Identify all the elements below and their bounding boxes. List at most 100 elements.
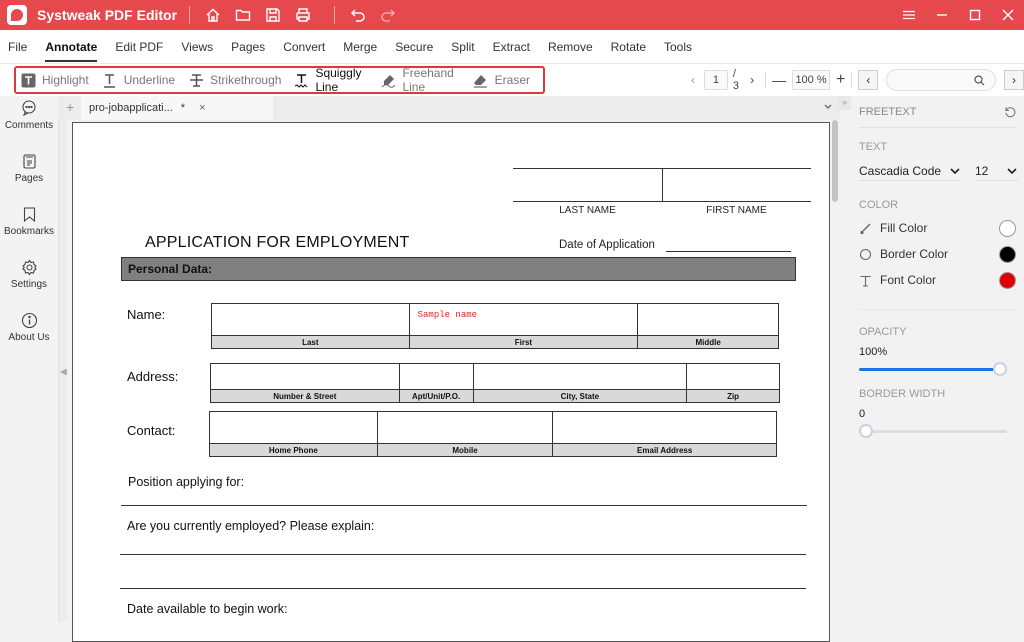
chevron-down-icon[interactable] [822,100,834,112]
contact-label: Contact: [127,423,176,438]
prev-page-button[interactable]: ‹ [686,73,700,87]
zoom-level-input[interactable]: 100 % [792,70,830,90]
font-family-select[interactable]: Cascadia Code [859,161,961,181]
freehand-line-button[interactable]: Freehand Line [381,66,459,94]
eraser-button[interactable]: Eraser [473,72,530,88]
email-field[interactable] [552,411,777,444]
search-input[interactable] [886,69,997,91]
position-line[interactable] [121,505,807,506]
search-prev-button[interactable]: ‹ [858,70,879,90]
sidebar-resize-handle[interactable]: ◀▶ [58,96,72,622]
font-color-swatch[interactable] [999,271,1016,289]
hamburger-menu-icon[interactable] [892,0,925,30]
new-tab-button[interactable]: + [66,99,74,115]
reset-icon[interactable] [1004,106,1016,118]
redo-icon[interactable] [377,4,399,26]
explain-line-2[interactable] [120,588,806,589]
pages-icon [22,154,36,169]
panel-title: FREETEXT [859,105,917,118]
border-color-label: Border Color [880,247,949,261]
text-section-label: TEXT [859,141,888,153]
sidebar-item-settings[interactable]: Settings [0,255,58,308]
title-bar: Systweak PDF Editor [0,0,1024,30]
border-width-slider[interactable] [859,424,1007,438]
undo-icon[interactable] [347,4,369,26]
save-icon[interactable] [262,4,284,26]
sidebar-item-pages[interactable]: Pages [0,149,58,202]
sidebar-item-comments[interactable]: Comments [0,96,58,149]
sidebar-item-bookmarks[interactable]: Bookmarks [0,202,58,255]
slider-thumb[interactable] [859,424,873,438]
menu-secure[interactable]: Secure [395,30,433,64]
column-caption: City, State [472,389,688,403]
home-phone-field[interactable] [209,411,378,444]
menu-views[interactable]: Views [181,30,213,64]
zoom-out-button[interactable]: — [772,72,786,88]
font-size-select[interactable]: 12 [975,161,1018,181]
opacity-section-label: OPACITY [859,326,907,338]
middle-name-field[interactable] [637,303,779,336]
menu-annotate[interactable]: Annotate [45,30,98,64]
search-next-button[interactable]: › [1004,70,1024,90]
freetext-annotation[interactable]: Sample name [410,304,638,320]
menu-file[interactable]: File [8,30,27,64]
date-of-application-line[interactable] [666,251,791,252]
bookmark-icon [23,207,35,223]
menu-merge[interactable]: Merge [343,30,377,64]
page-number-input[interactable]: 1 [703,70,728,90]
city-state-field[interactable] [472,363,688,390]
rule-line [662,168,663,201]
fill-color-row[interactable]: Fill Color [859,215,1016,241]
highlight-button[interactable]: Highlight [20,72,89,88]
next-page-button[interactable]: › [745,73,759,87]
font-color-label: Font Color [880,273,937,287]
menu-rotate[interactable]: Rotate [611,30,646,64]
font-color-row[interactable]: Font Color [859,267,1016,293]
menu-split[interactable]: Split [451,30,474,64]
sidebar-item-about-us[interactable]: About Us [0,308,58,361]
street-field[interactable] [210,363,400,390]
slider-fill [859,368,1007,371]
border-width-value: 0 [859,408,866,420]
squiggly-line-button[interactable]: Squiggly Line [294,66,368,94]
column-caption: Email Address [552,443,777,457]
zoom-in-button[interactable]: + [836,71,845,89]
fill-color-swatch[interactable] [999,219,1016,237]
menu-extract[interactable]: Extract [493,30,530,64]
column-caption: First [408,335,639,349]
vertical-scrollbar[interactable] [832,120,838,202]
border-color-row[interactable]: Border Color [859,241,1016,267]
first-name-field[interactable]: Sample name [408,303,639,336]
menu-pages[interactable]: Pages [231,30,265,64]
close-window-icon[interactable] [991,0,1024,30]
document-tab[interactable]: pro-jobapplicati... * × [81,96,273,120]
menu-tools[interactable]: Tools [664,30,692,64]
explain-line-1[interactable] [120,554,806,555]
pen-icon [381,72,396,88]
maximize-icon[interactable] [958,0,991,30]
home-icon[interactable] [202,4,224,26]
zip-field[interactable] [686,363,780,390]
date-of-application-label: Date of Application [559,239,655,251]
menu-edit-pdf[interactable]: Edit PDF [115,30,163,64]
divider [189,6,191,24]
collapse-panel-button[interactable]: » [838,96,851,110]
font-size-value: 12 [975,163,989,178]
underline-button[interactable]: Underline [102,72,175,88]
last-name-field[interactable] [211,303,410,336]
slider-thumb[interactable] [993,362,1007,376]
border-color-swatch[interactable] [999,245,1016,263]
opacity-slider[interactable] [859,362,1007,376]
open-folder-icon[interactable] [232,4,254,26]
strikethrough-icon [188,72,204,88]
color-section-label: COLOR [859,199,899,211]
menu-remove[interactable]: Remove [548,30,593,64]
print-icon[interactable] [292,4,314,26]
underline-icon [102,72,118,88]
menu-convert[interactable]: Convert [283,30,325,64]
close-tab-button[interactable]: × [199,102,205,114]
strikethrough-button[interactable]: Strikethrough [188,72,281,88]
apt-field[interactable] [398,363,474,390]
mobile-field[interactable] [376,411,554,444]
minimize-icon[interactable] [925,0,958,30]
